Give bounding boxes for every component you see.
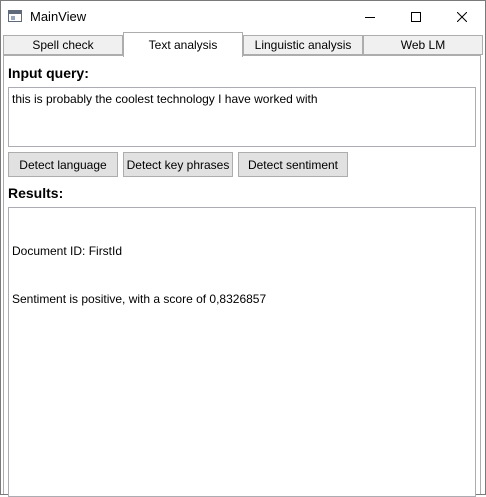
window-app-icon <box>8 10 22 22</box>
maximize-icon <box>411 11 421 22</box>
window-title: MainView <box>30 9 87 24</box>
minimize-icon <box>365 16 375 18</box>
tab-spell-check[interactable]: Spell check <box>3 35 123 55</box>
tab-web-lm[interactable]: Web LM <box>363 35 483 55</box>
input-query-field[interactable]: this is probably the coolest technology … <box>8 87 476 147</box>
close-button[interactable] <box>439 1 485 32</box>
tab-text-analysis[interactable]: Text analysis <box>123 32 243 57</box>
maximize-button[interactable] <box>393 1 439 32</box>
result-line-document-id: Document ID: FirstId <box>12 244 123 258</box>
detect-key-phrases-button[interactable]: Detect key phrases <box>123 152 233 177</box>
results-heading: Results: <box>8 185 64 201</box>
detect-language-button[interactable]: Detect language <box>8 152 118 177</box>
result-line-sentiment: Sentiment is positive, with a score of 0… <box>12 292 267 306</box>
close-icon <box>457 11 467 22</box>
minimize-button[interactable] <box>347 1 393 32</box>
tab-strip: Spell check Text analysis Linguistic ana… <box>1 32 485 57</box>
tab-linguistic-analysis[interactable]: Linguistic analysis <box>243 35 363 55</box>
detect-sentiment-button[interactable]: Detect sentiment <box>238 152 348 177</box>
results-output[interactable]: Document ID: FirstId Sentiment is positi… <box>8 207 476 497</box>
input-query-heading: Input query: <box>8 65 89 81</box>
title-bar[interactable]: MainView <box>1 1 485 32</box>
